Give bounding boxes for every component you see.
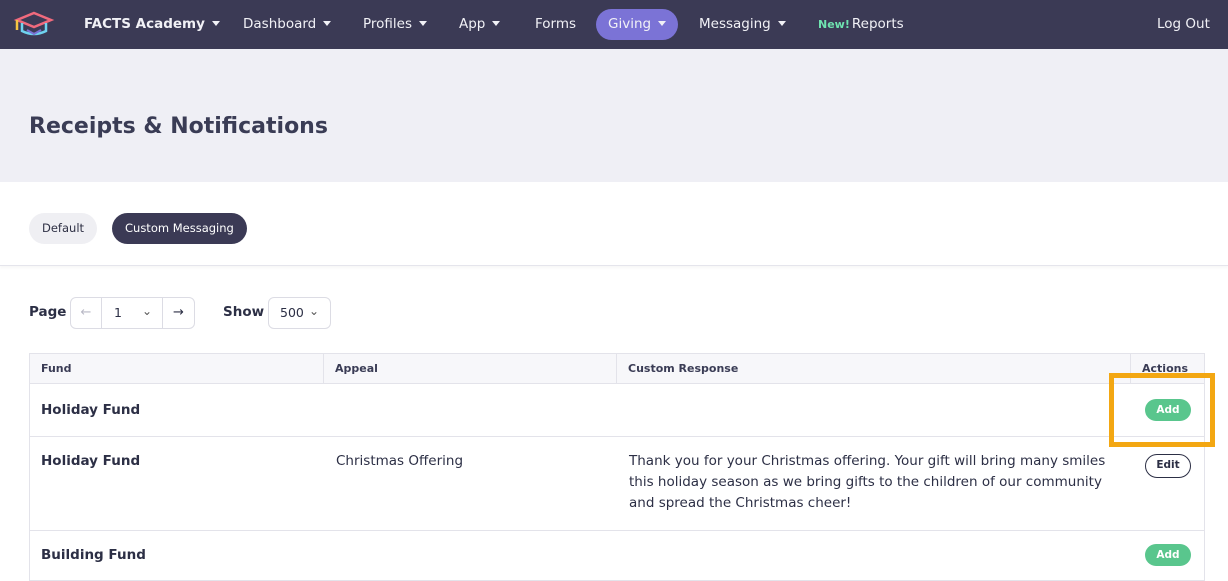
table-header: Fund Appeal Custom Response Actions — [30, 354, 1204, 384]
page-title: Receipts & Notifications — [29, 114, 328, 139]
nav-brand-menu[interactable]: FACTS Academy — [84, 0, 220, 49]
page-size-select[interactable]: 500 ⌄ — [268, 297, 331, 329]
custom-messaging-toggle-button[interactable]: Custom Messaging — [112, 213, 247, 244]
table-row: Holiday Fund Christmas Offering Thank yo… — [30, 437, 1204, 531]
appeal-cell: Christmas Offering — [336, 453, 464, 469]
chevron-down-icon: ⌄ — [142, 304, 153, 318]
chevron-down-icon — [777, 20, 786, 26]
add-button[interactable]: Add — [1145, 544, 1191, 566]
edit-button[interactable]: Edit — [1145, 454, 1191, 478]
page-size-value: 500 — [280, 305, 304, 320]
nav-item-reports[interactable]: New! Reports — [818, 0, 904, 49]
logout-link[interactable]: Log Out — [1157, 0, 1210, 49]
table-row: Building Fund Add — [30, 531, 1204, 581]
nav-item-forms[interactable]: Forms — [535, 0, 576, 49]
facts-logo-icon[interactable] — [13, 10, 55, 38]
column-header-actions: Actions — [1142, 362, 1188, 375]
chevron-down-icon — [211, 20, 220, 26]
fund-cell: Building Fund — [41, 547, 146, 563]
nav-item-app[interactable]: App — [459, 0, 501, 49]
page-select[interactable]: 1 ⌄ — [101, 297, 163, 329]
nav-item-messaging[interactable]: Messaging — [699, 0, 786, 49]
nav-item-label: Reports — [851, 16, 904, 32]
nav-item-label: Forms — [535, 16, 577, 32]
brand-label: FACTS Academy — [84, 16, 205, 32]
fund-cell: Holiday Fund — [41, 402, 141, 418]
new-badge: New! — [818, 18, 850, 31]
chevron-down-icon — [419, 20, 428, 26]
nav-item-label: App — [459, 16, 486, 32]
next-page-button[interactable]: → — [162, 297, 195, 329]
message-type-toggle: Default Custom Messaging — [0, 182, 1228, 266]
custom-messages-table: Fund Appeal Custom Response Actions Holi… — [29, 353, 1205, 581]
add-button[interactable]: Add — [1145, 399, 1191, 421]
nav-item-profiles[interactable]: Profiles — [363, 0, 428, 49]
chevron-down-icon: ⌄ — [309, 304, 320, 318]
column-header-custom-response: Custom Response — [617, 354, 1131, 384]
custom-response-cell: Thank you for your Christmas offering. Y… — [629, 453, 1106, 511]
pagination-bar: Page ← 1 ⌄ → Show 500 ⌄ — [0, 297, 1228, 329]
chevron-down-icon — [658, 20, 667, 26]
default-toggle-button[interactable]: Default — [29, 213, 98, 244]
page-header: Receipts & Notifications — [0, 49, 1228, 182]
nav-item-label: Profiles — [363, 16, 413, 32]
chevron-down-icon — [492, 20, 501, 26]
fund-cell: Holiday Fund — [41, 453, 141, 469]
top-navbar: FACTS Academy Dashboard Profiles App For… — [0, 0, 1228, 49]
chevron-down-icon — [323, 20, 332, 26]
nav-item-label: Messaging — [699, 16, 771, 32]
page-label: Page — [29, 304, 67, 320]
nav-item-dashboard[interactable]: Dashboard — [243, 0, 332, 49]
page-value: 1 — [114, 305, 122, 320]
table-row: Holiday Fund Add — [30, 384, 1204, 437]
nav-item-label: Dashboard — [243, 16, 317, 32]
nav-item-giving[interactable]: Giving — [596, 9, 679, 40]
prev-page-button[interactable]: ← — [70, 297, 102, 329]
nav-item-label: Giving — [608, 16, 652, 32]
show-label: Show — [223, 304, 265, 320]
column-header-appeal: Appeal — [324, 354, 617, 384]
column-header-fund: Fund — [30, 354, 324, 384]
